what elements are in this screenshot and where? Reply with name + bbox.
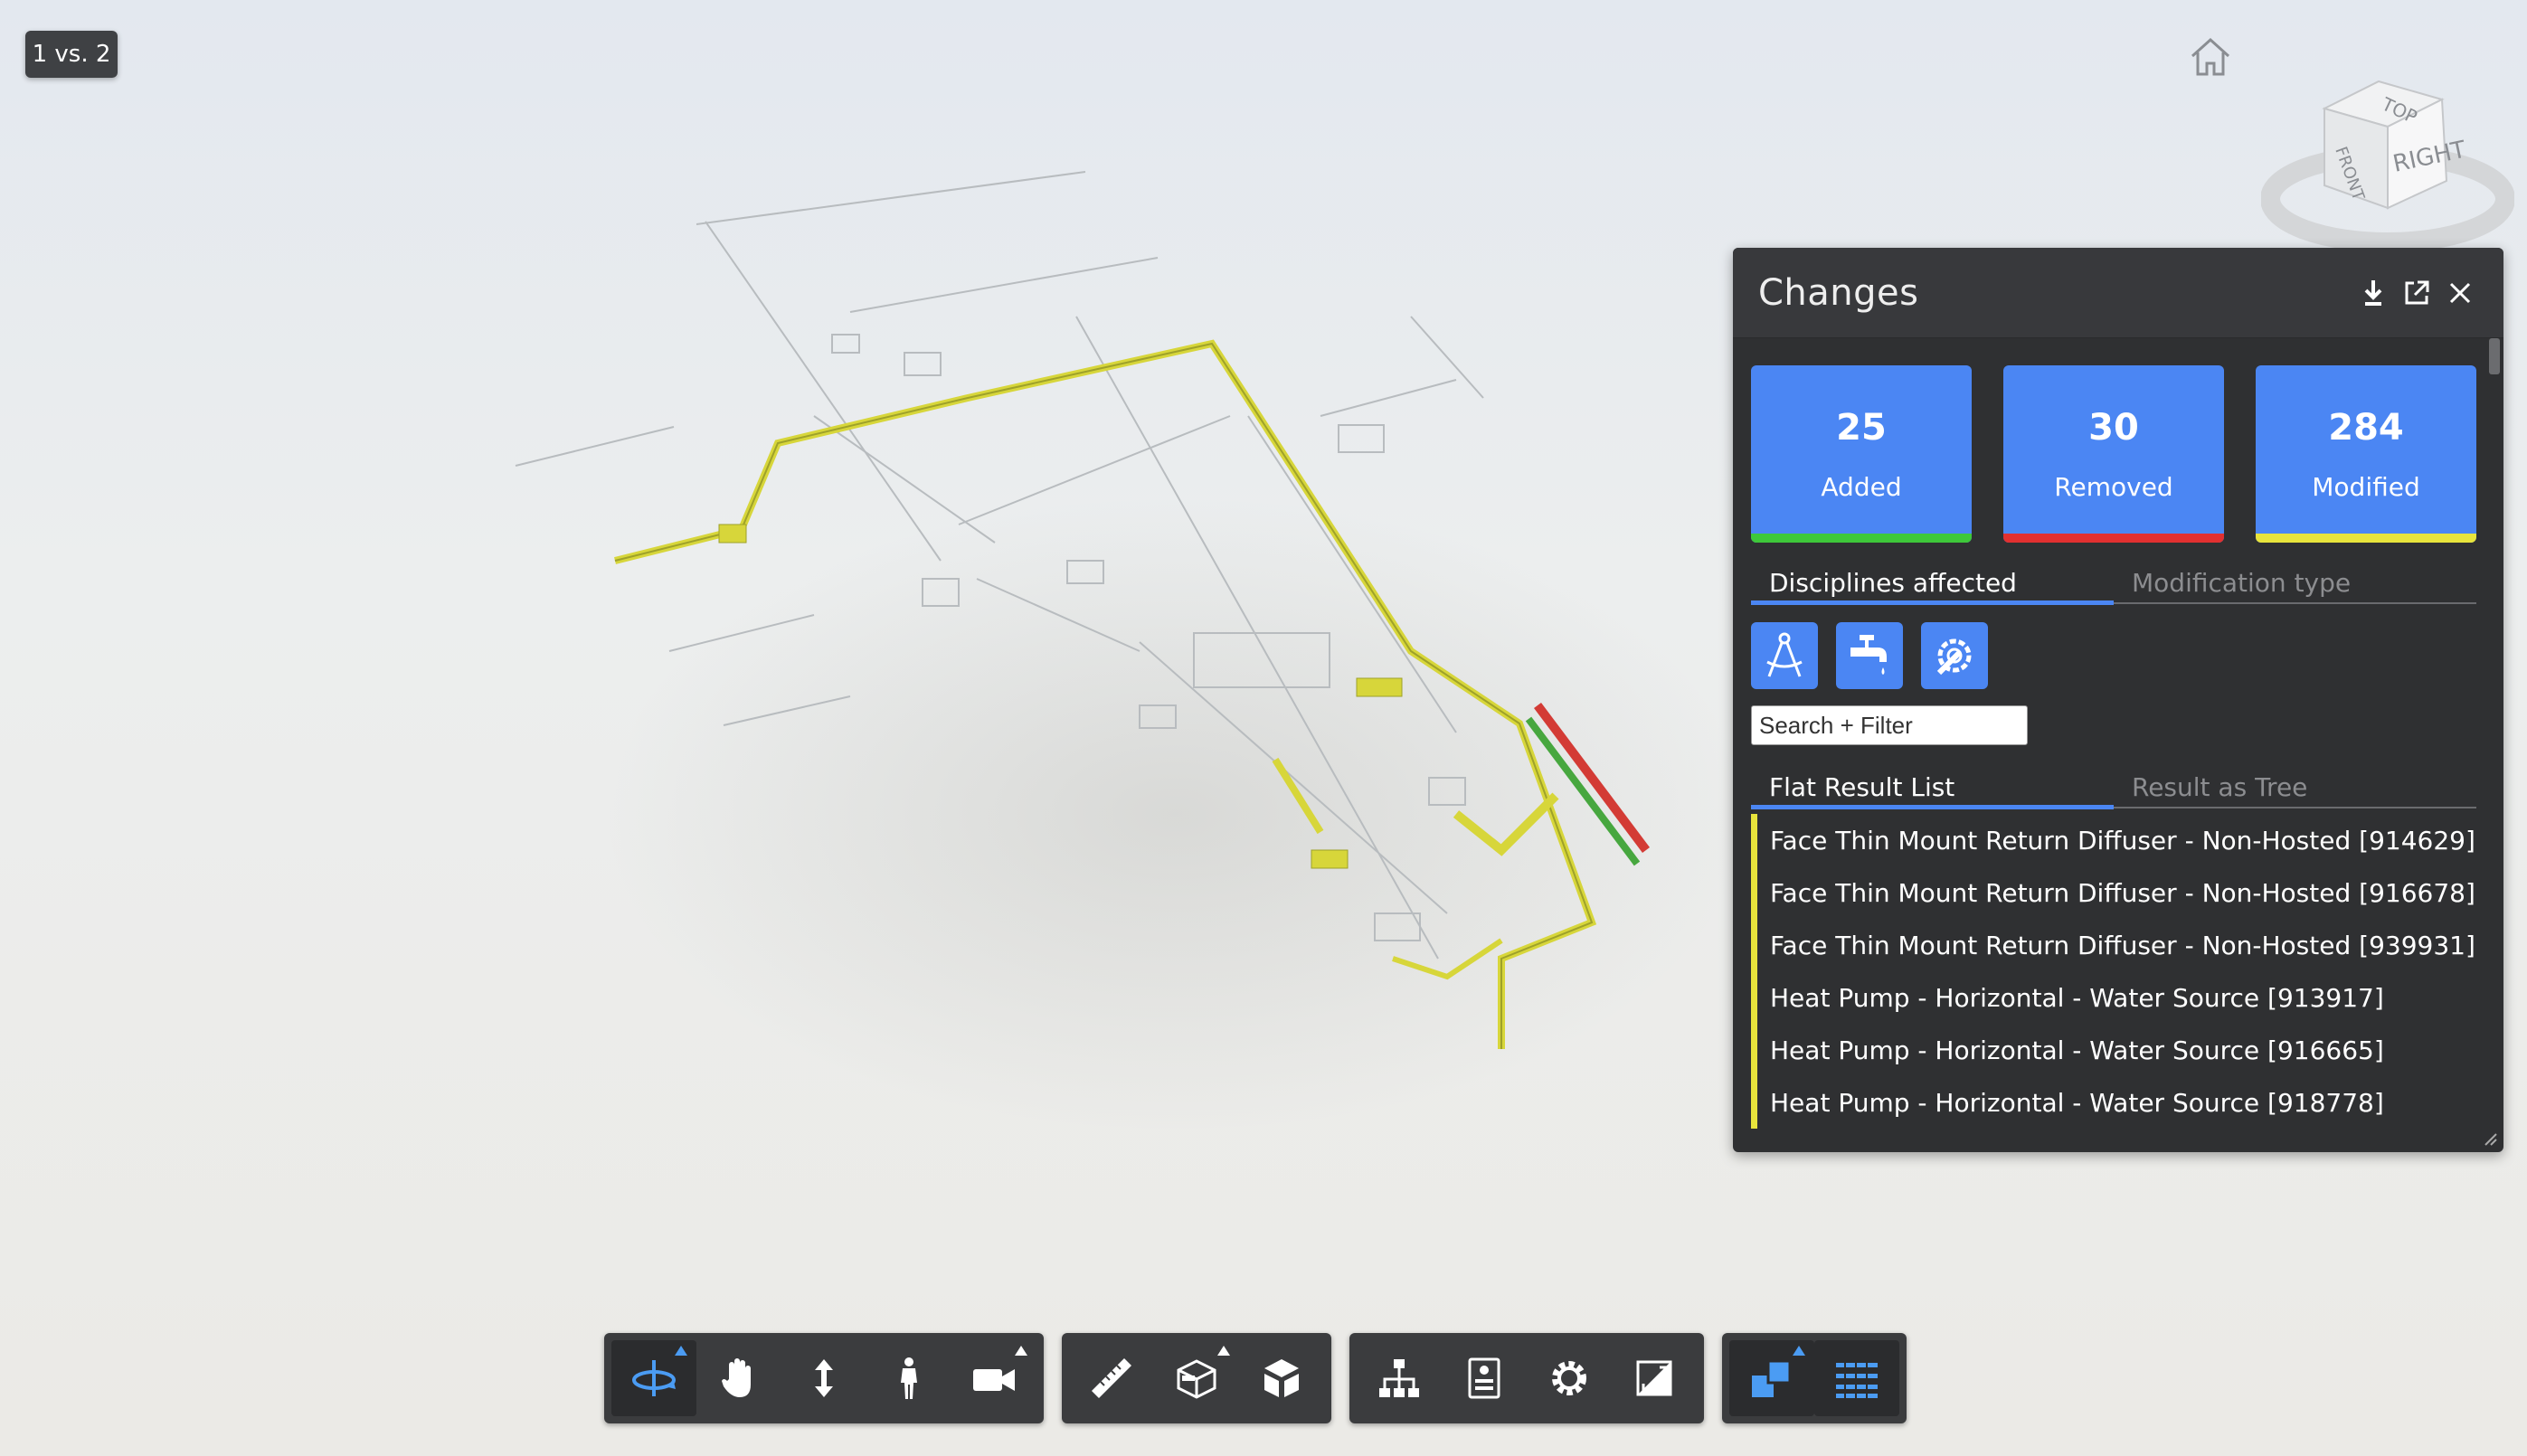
plumbing-icon	[1850, 635, 1887, 675]
panel-scrollbar[interactable]	[2489, 338, 2500, 374]
tab-flat-result-list[interactable]: Flat Result List	[1751, 765, 2114, 809]
list-icon	[1836, 1363, 1878, 1398]
download-icon[interactable]	[2355, 275, 2391, 311]
pan-icon	[722, 1358, 751, 1397]
architecture-icon	[1766, 632, 1803, 677]
list-item[interactable]: Heat Pump - Horizontal - Water Source [9…	[1751, 971, 2476, 1024]
removed-count: 30	[2088, 406, 2139, 449]
measure-button[interactable]	[1069, 1340, 1154, 1416]
mechanical-icon	[1936, 638, 1972, 676]
search-filter-input[interactable]	[1751, 705, 2028, 745]
mechanical-discipline-button[interactable]	[1921, 622, 1988, 689]
home-icon[interactable]	[2187, 36, 2234, 78]
model-browser-icon	[1379, 1359, 1419, 1397]
pan-button[interactable]	[696, 1340, 781, 1416]
resize-grip-icon[interactable]	[2482, 1130, 2498, 1147]
close-icon[interactable]	[2442, 275, 2478, 311]
modeling-tools-group	[1062, 1333, 1331, 1423]
extension-tools-group	[1722, 1333, 1907, 1423]
fullscreen-button[interactable]	[1612, 1340, 1697, 1416]
panel-header[interactable]: Changes	[1733, 248, 2503, 338]
explode-button[interactable]	[1239, 1340, 1324, 1416]
tab-result-as-tree[interactable]: Result as Tree	[2114, 765, 2476, 807]
version-badge: 1 vs. 2	[25, 31, 118, 78]
model-context-lines	[515, 171, 1484, 960]
removed-indicator-bar	[2003, 534, 2224, 543]
discipline-buttons	[1751, 622, 2476, 689]
zoom-icon	[815, 1359, 833, 1397]
properties-button[interactable]	[1442, 1340, 1527, 1416]
first-person-button[interactable]	[866, 1340, 951, 1416]
filter-tabs: Disciplines affected Modification type	[1751, 561, 2476, 605]
list-item[interactable]: Heat Pump - Horizontal - Water Source [9…	[1751, 1076, 2476, 1129]
settings-button[interactable]	[1527, 1340, 1612, 1416]
navigation-tools-group	[604, 1333, 1044, 1423]
plumbing-discipline-button[interactable]	[1836, 622, 1903, 689]
section-button[interactable]	[1154, 1340, 1239, 1416]
added-stat-card[interactable]: 25 Added	[1751, 365, 1972, 543]
camera-button[interactable]	[951, 1340, 1036, 1416]
tab-disciplines-affected[interactable]: Disciplines affected	[1751, 561, 2114, 605]
tab-modification-type[interactable]: Modification type	[2114, 561, 2476, 602]
pop-out-icon[interactable]	[2399, 275, 2435, 311]
modified-indicator-bar	[2256, 534, 2476, 543]
changes-panel: Changes 25 Added 30 Removed 284 Modified…	[1733, 248, 2503, 1152]
orbit-icon	[632, 1360, 676, 1396]
diff-icon	[1752, 1359, 1792, 1397]
list-button[interactable]	[1814, 1340, 1899, 1416]
architecture-discipline-button[interactable]	[1751, 622, 1818, 689]
first-person-icon	[901, 1357, 917, 1399]
settings-icon	[1552, 1361, 1586, 1395]
measure-icon	[1092, 1358, 1131, 1398]
modified-count: 284	[2328, 406, 2404, 449]
orbit-button[interactable]	[611, 1340, 696, 1416]
list-item[interactable]: Face Thin Mount Return Diffuser - Non-Ho…	[1751, 919, 2476, 971]
added-count: 25	[1836, 406, 1887, 449]
section-icon	[1177, 1359, 1216, 1399]
explode-icon	[1264, 1359, 1299, 1397]
list-item[interactable]: Face Thin Mount Return Diffuser - Non-Ho…	[1751, 866, 2476, 919]
diff-button[interactable]	[1729, 1340, 1814, 1416]
model-browser-button[interactable]	[1357, 1340, 1442, 1416]
added-indicator-bar	[1751, 534, 1972, 543]
removed-stat-card[interactable]: 30 Removed	[2003, 365, 2224, 543]
zoom-button[interactable]	[781, 1340, 866, 1416]
removed-label: Removed	[2054, 471, 2173, 502]
3d-model[interactable]	[506, 145, 1737, 1103]
list-item[interactable]: Face Thin Mount Return Diffuser - Non-Ho…	[1751, 814, 2476, 866]
stats-row: 25 Added 30 Removed 284 Modified	[1751, 365, 2476, 543]
viewer-toolbar	[604, 1333, 1925, 1423]
properties-icon	[1468, 1357, 1500, 1399]
viewcube[interactable]: TOP FRONT RIGHT	[2261, 72, 2514, 253]
model-modified-elements	[614, 339, 1597, 1049]
list-item[interactable]: Heat Pump - Horizontal - Water Source [9…	[1751, 1024, 2476, 1076]
model-tools-group	[1349, 1333, 1704, 1423]
modified-stat-card[interactable]: 284 Modified	[2256, 365, 2476, 543]
fullscreen-icon	[1636, 1360, 1672, 1396]
camera-icon	[973, 1369, 1015, 1391]
result-view-tabs: Flat Result List Result as Tree	[1751, 765, 2476, 809]
panel-title: Changes	[1758, 271, 1919, 314]
modified-label: Modified	[2312, 471, 2420, 502]
added-label: Added	[1821, 471, 1902, 502]
result-list: Face Thin Mount Return Diffuser - Non-Ho…	[1751, 814, 2476, 1130]
